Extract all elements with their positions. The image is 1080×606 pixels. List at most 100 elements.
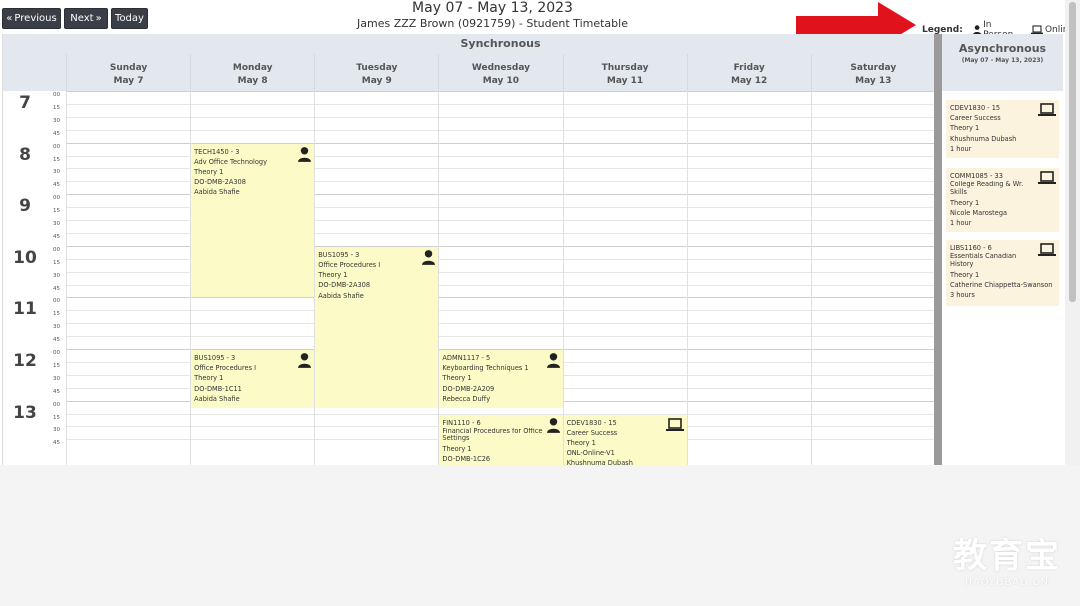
- laptop-icon: [1038, 103, 1056, 116]
- grid-line: [66, 91, 935, 92]
- minute-label: 45: [53, 233, 60, 240]
- minute-label: 45: [53, 182, 60, 189]
- event-detail: ONL-Online-V1: [566, 449, 615, 458]
- person-icon: [298, 146, 312, 165]
- person-icon: [546, 417, 560, 436]
- watermark-logo: 教育宝: [953, 536, 1061, 576]
- page-scrollbar[interactable]: [1065, 0, 1080, 465]
- minute-label: 15: [53, 156, 60, 163]
- course-detail: Theory 1: [950, 198, 980, 207]
- hour-label: 9: [19, 196, 31, 217]
- event-detail: Theory 1: [442, 374, 472, 383]
- minute-label: 30: [53, 117, 60, 124]
- day-name: Friday: [733, 63, 765, 73]
- class-event[interactable]: ADMN1117 - 5 Keyboarding Techniques 1 Theo…: [439, 350, 563, 409]
- minute-label: 00: [53, 401, 60, 408]
- minute-label: 30: [53, 221, 60, 227]
- day-name: Saturday: [850, 63, 897, 73]
- day-column-line: [438, 91, 440, 465]
- day-column-line: [66, 91, 67, 465]
- day-headers: Sunday May 7 Monday May 8 Tuesday May 9 Wednes…: [66, 54, 935, 91]
- event-detail: Aabida Shafie: [194, 188, 240, 197]
- minute-label: 00: [53, 246, 60, 253]
- laptop-icon: [1038, 243, 1056, 260]
- minute-label: 15: [53, 259, 60, 266]
- event-title: Adv Office Technology: [194, 157, 267, 166]
- minute-label: 00: [53, 92, 60, 98]
- day-name: Tuesday: [356, 63, 398, 73]
- async-course-card[interactable]: LIBS1160 - 6 Essentials Canadian History T…: [946, 240, 1059, 306]
- day-header-wednesday: Wednesday May 10: [438, 54, 562, 91]
- day-name: Sunday: [109, 63, 148, 73]
- previous-button[interactable]: « Previous: [2, 8, 61, 29]
- event-title: Office Procedures I: [318, 261, 381, 269]
- event-code: TECH1450 - 3: [194, 147, 240, 156]
- event-detail: Aabida Shafie: [194, 394, 240, 403]
- async-course-card[interactable]: COMM1085 - 33 College Reading & Wr. Skill…: [946, 168, 1059, 232]
- double-chevron-right-icon: »: [95, 13, 102, 24]
- class-event[interactable]: BUS1095 - 3 Office Procedures I Theory 1 DO…: [315, 246, 439, 409]
- minute-label: 00: [53, 195, 60, 202]
- calendar-scrollbar[interactable]: [934, 34, 942, 465]
- person-icon: [422, 249, 436, 268]
- today-button[interactable]: Today: [111, 8, 148, 29]
- scrollbar-thumb[interactable]: [1069, 2, 1076, 302]
- event-detail: Aabida Shafie: [318, 291, 364, 300]
- minute-label: 30: [53, 324, 60, 331]
- hour-label: 13: [13, 402, 37, 423]
- day-name: Wednesday: [471, 63, 530, 73]
- async-course-card[interactable]: CDEV1830 - 15 Career Success Theory 1 Khush…: [946, 100, 1059, 158]
- class-event[interactable]: CDEV1830 - 15 Career Success Theory 1 ONL-O…: [563, 414, 687, 465]
- minute-label: 15: [53, 208, 60, 215]
- hour-label: 10: [13, 247, 37, 268]
- day-date: May 7: [113, 76, 144, 86]
- day-date: May 10: [482, 76, 520, 86]
- day-header-saturday: Saturday May 13: [810, 54, 935, 91]
- event-code: BUS1095 - 3: [318, 250, 360, 259]
- day-date: May 13: [855, 76, 892, 86]
- header-corner: [3, 34, 66, 91]
- asynchronous-panel: Asynchronous (May 07 - May 13, 2023) CDE…: [942, 34, 1063, 465]
- minute-label: 45: [53, 337, 60, 344]
- day-name: Thursday: [601, 63, 649, 73]
- event-detail: DO-DMB-2A308: [318, 281, 371, 290]
- minute-label: 30: [53, 272, 60, 279]
- minute-label: 30: [53, 375, 60, 382]
- person-icon: [546, 353, 560, 368]
- event-detail: DO-DMB-2A209: [442, 384, 495, 393]
- minute-label: 15: [53, 362, 60, 369]
- course-detail: Theory 1: [950, 270, 980, 279]
- minute-label: 45: [53, 130, 60, 137]
- class-event[interactable]: BUS1095 - 3 Office Procedures I Theory 1 DO…: [191, 350, 315, 409]
- course-detail: 3 hours: [950, 291, 975, 300]
- person-icon: [298, 353, 312, 368]
- grid-line: [66, 129, 935, 131]
- class-event[interactable]: FIN1110 - 6 Financial Procedures for Offi…: [439, 414, 563, 465]
- day-column-line: [810, 91, 812, 465]
- event-detail: Theory 1: [194, 374, 224, 383]
- course-detail: 1 hour: [950, 144, 972, 153]
- synchronous-header: Synchronous: [66, 34, 935, 54]
- day-name: Monday: [232, 63, 273, 73]
- laptop-icon: [1038, 103, 1056, 120]
- minute-label: 45: [53, 285, 60, 292]
- day-date: May 8: [237, 76, 268, 86]
- minute-label: 15: [53, 414, 60, 421]
- laptop-icon: [665, 417, 684, 435]
- course-detail: Khushnuma Dubash: [950, 134, 1017, 143]
- next-button[interactable]: Next »: [64, 8, 108, 29]
- day-date: May 12: [731, 76, 768, 86]
- day-header-tuesday: Tuesday May 9: [314, 54, 438, 91]
- day-header-sunday: Sunday May 7: [66, 54, 190, 91]
- hour-label: 12: [13, 351, 37, 371]
- asynchronous-range: (May 07 - May 13, 2023): [961, 57, 1044, 64]
- event-detail: DO-DMB-1C26: [442, 455, 491, 464]
- minute-label: 45: [53, 388, 60, 395]
- asynchronous-title: Asynchronous: [958, 42, 1047, 55]
- grid-line: [66, 323, 935, 325]
- person-icon: [298, 353, 312, 371]
- day-header-monday: Monday May 8: [190, 54, 314, 91]
- previous-label: Previous: [14, 13, 57, 24]
- class-event[interactable]: TECH1450 - 3 Adv Office Technology Theory …: [191, 143, 315, 298]
- course-detail: Catherine Chiappetta-Swanson: [950, 280, 1053, 289]
